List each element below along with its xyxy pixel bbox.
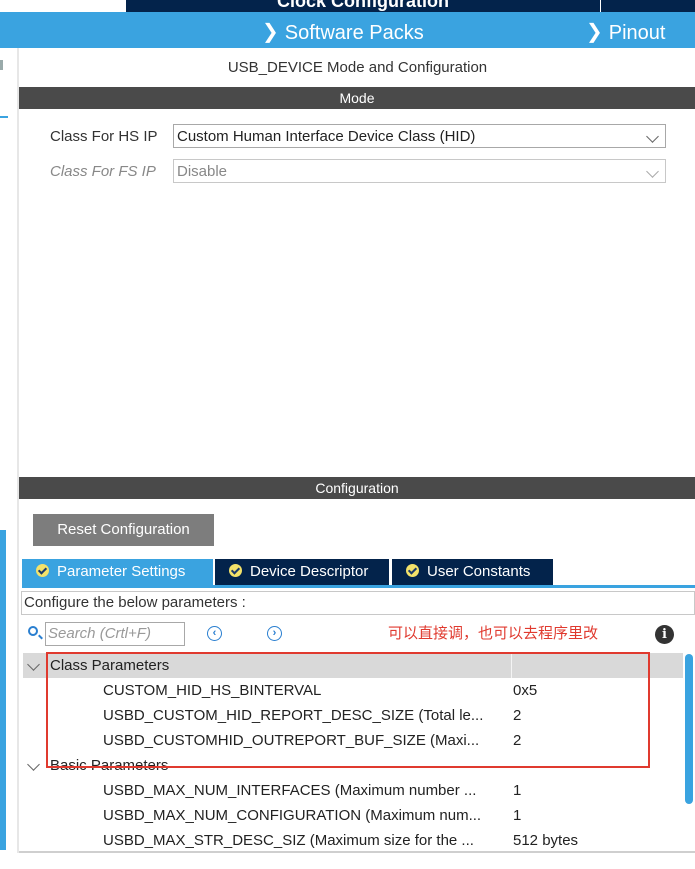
chevron-down-icon: ❯ <box>262 21 279 43</box>
chevron-down-icon <box>646 130 659 143</box>
chevron-down-icon <box>646 165 659 178</box>
configuration-section-header: Configuration <box>19 477 695 499</box>
configure-instructions: Configure the below parameters : <box>21 591 695 615</box>
mode-section-header: Mode <box>19 87 695 109</box>
chevron-down-icon: ❯ <box>586 21 603 43</box>
fs-class-label: Class For FS IP <box>50 163 156 180</box>
annotation-highlight-box <box>46 652 650 768</box>
param-value[interactable]: 1 <box>513 778 521 803</box>
info-icon[interactable]: i <box>655 625 674 644</box>
table-row[interactable]: USBD_MAX_STR_DESC_SIZ (Maximum size for … <box>23 828 683 851</box>
next-match-button[interactable]: › <box>267 626 282 641</box>
software-packs-menu[interactable]: ❯ Software Packs <box>262 20 424 45</box>
search-input[interactable]: Search (Crtl+F) <box>45 622 185 646</box>
check-circle-icon <box>406 564 419 577</box>
check-circle-icon <box>229 564 242 577</box>
software-packs-label: Software Packs <box>284 22 424 44</box>
left-sidebar-mark <box>0 60 3 70</box>
fs-class-select[interactable]: Disable <box>173 159 666 183</box>
clock-configuration-label: Clock Configuration <box>277 0 449 11</box>
tree-scrollbar-thumb[interactable] <box>685 654 693 804</box>
table-row[interactable]: USBD_MAX_NUM_INTERFACES (Maximum number … <box>23 778 683 803</box>
hs-class-select[interactable]: Custom Human Interface Device Class (HID… <box>173 124 666 148</box>
previous-match-button[interactable]: ‹ <box>207 626 222 641</box>
left-sidebar-highlight <box>0 116 8 118</box>
tab-underline <box>22 585 695 588</box>
tab-device-descriptor[interactable]: Device Descriptor <box>215 559 389 585</box>
top-tab-right[interactable] <box>600 0 695 12</box>
tab-parameter-settings[interactable]: Parameter Settings <box>22 559 213 585</box>
search-icon <box>28 626 38 636</box>
panel-bottom-border <box>19 851 695 853</box>
left-sidebar-scrollbar[interactable] <box>0 530 6 850</box>
chevron-left-icon: ‹ <box>212 627 217 639</box>
hs-class-value: Custom Human Interface Device Class (HID… <box>177 128 476 145</box>
chevron-right-icon: › <box>272 627 277 639</box>
panel-border <box>17 48 19 853</box>
tab-label: User Constants <box>427 563 531 580</box>
pinout-label: Pinout <box>608 22 666 44</box>
param-value[interactable]: 1 <box>513 803 521 828</box>
page-title: USB_DEVICE Mode and Configuration <box>227 59 488 76</box>
chevron-down-icon[interactable] <box>27 658 40 671</box>
check-circle-icon <box>36 564 49 577</box>
chevron-down-icon[interactable] <box>27 758 40 771</box>
tab-user-constants[interactable]: User Constants <box>392 559 553 585</box>
annotation-note: 可以直接调，也可以去程序里改 <box>388 624 599 642</box>
reset-configuration-button[interactable]: Reset Configuration <box>33 514 214 546</box>
tab-label: Parameter Settings <box>57 563 186 580</box>
param-name: USBD_MAX_STR_DESC_SIZ (Maximum size for … <box>103 832 474 849</box>
hs-class-label: Class For HS IP <box>50 128 158 145</box>
param-name: USBD_MAX_NUM_INTERFACES (Maximum number … <box>103 782 477 799</box>
fs-class-value: Disable <box>177 163 228 180</box>
top-tab-left[interactable] <box>0 0 126 12</box>
param-name: USBD_MAX_NUM_CONFIGURATION (Maximum num.… <box>103 807 482 824</box>
table-row[interactable]: USBD_MAX_NUM_CONFIGURATION (Maximum num.… <box>23 803 683 828</box>
tab-label: Device Descriptor <box>250 563 369 580</box>
pinout-menu[interactable]: ❯ Pinout <box>586 20 665 45</box>
param-value[interactable]: 512 bytes <box>513 828 578 851</box>
